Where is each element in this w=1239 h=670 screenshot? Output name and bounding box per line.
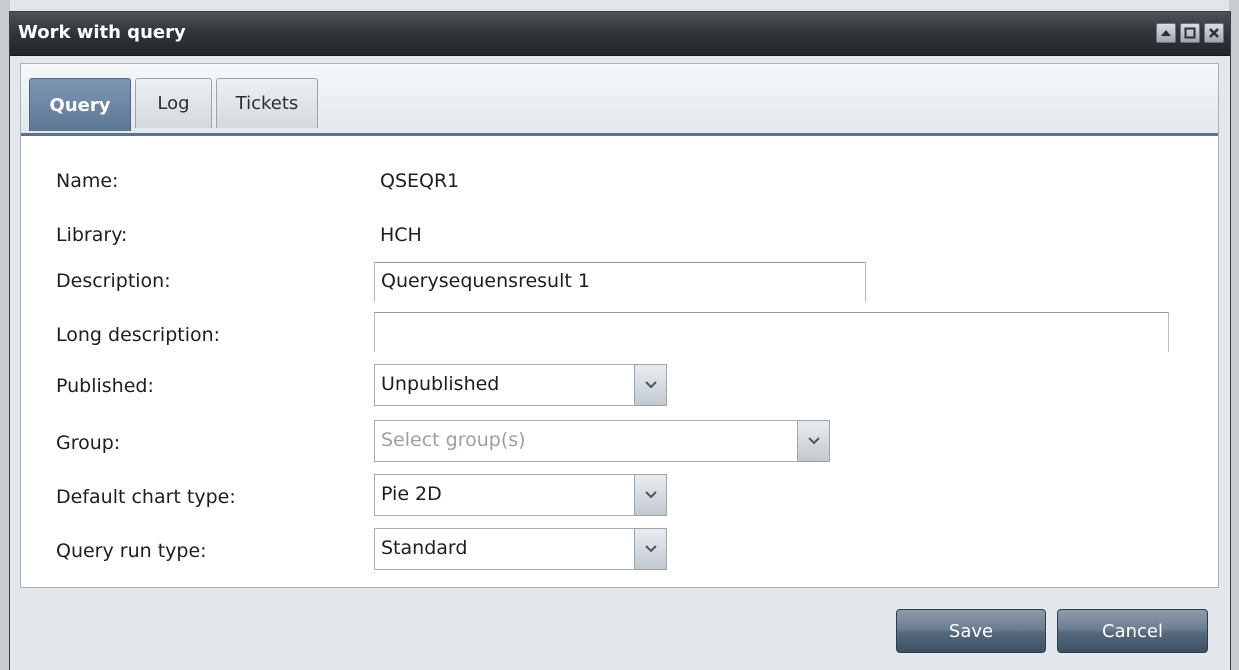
group-select[interactable]: Select group(s)	[374, 420, 830, 462]
tab-log[interactable]: Log	[135, 78, 212, 128]
name-value: QSEQR1	[380, 170, 460, 192]
query-run-type-select[interactable]: Standard	[374, 528, 667, 570]
long-description-label: Long description:	[56, 324, 221, 346]
tab-query[interactable]: Query	[29, 78, 131, 131]
dialog-window: Work with query Query Log Tickets Name: …	[9, 11, 1231, 670]
default-chart-type-label: Default chart type:	[56, 486, 236, 508]
description-label: Description:	[56, 270, 171, 292]
default-chart-type-value: Pie 2D	[381, 483, 442, 505]
tab-bar: Query Log Tickets	[21, 64, 1218, 136]
group-placeholder: Select group(s)	[381, 429, 526, 451]
published-label: Published:	[56, 375, 154, 397]
name-label: Name:	[56, 170, 119, 192]
chevron-down-icon[interactable]	[634, 364, 667, 406]
save-button[interactable]: Save	[896, 609, 1046, 653]
chevron-down-icon[interactable]	[634, 474, 667, 516]
query-form: Name: QSEQR1 Library: HCH Description: Q…	[21, 136, 1218, 587]
tab-panel: Query Log Tickets Name: QSEQR1 Library: …	[20, 63, 1219, 588]
group-label: Group:	[56, 432, 121, 454]
window-controls	[1156, 23, 1224, 43]
published-select[interactable]: Unpublished	[374, 364, 667, 406]
cancel-button[interactable]: Cancel	[1057, 609, 1208, 653]
tab-tickets[interactable]: Tickets	[216, 78, 318, 128]
library-value: HCH	[380, 224, 422, 246]
chevron-down-icon[interactable]	[634, 528, 667, 570]
title-bar[interactable]: Work with query	[10, 12, 1230, 56]
default-chart-type-select[interactable]: Pie 2D	[374, 474, 667, 516]
maximize-icon[interactable]	[1180, 23, 1200, 43]
query-run-type-label: Query run type:	[56, 540, 207, 562]
long-description-input[interactable]	[374, 312, 1169, 352]
chevron-down-icon[interactable]	[797, 420, 830, 462]
published-selected-value: Unpublished	[381, 373, 500, 395]
close-icon[interactable]	[1204, 23, 1224, 43]
query-run-type-value: Standard	[381, 537, 468, 559]
library-label: Library:	[56, 224, 128, 246]
description-input[interactable]: Querysequensresult 1	[374, 262, 866, 302]
window-title: Work with query	[18, 22, 186, 43]
minimize-icon[interactable]	[1156, 23, 1176, 43]
